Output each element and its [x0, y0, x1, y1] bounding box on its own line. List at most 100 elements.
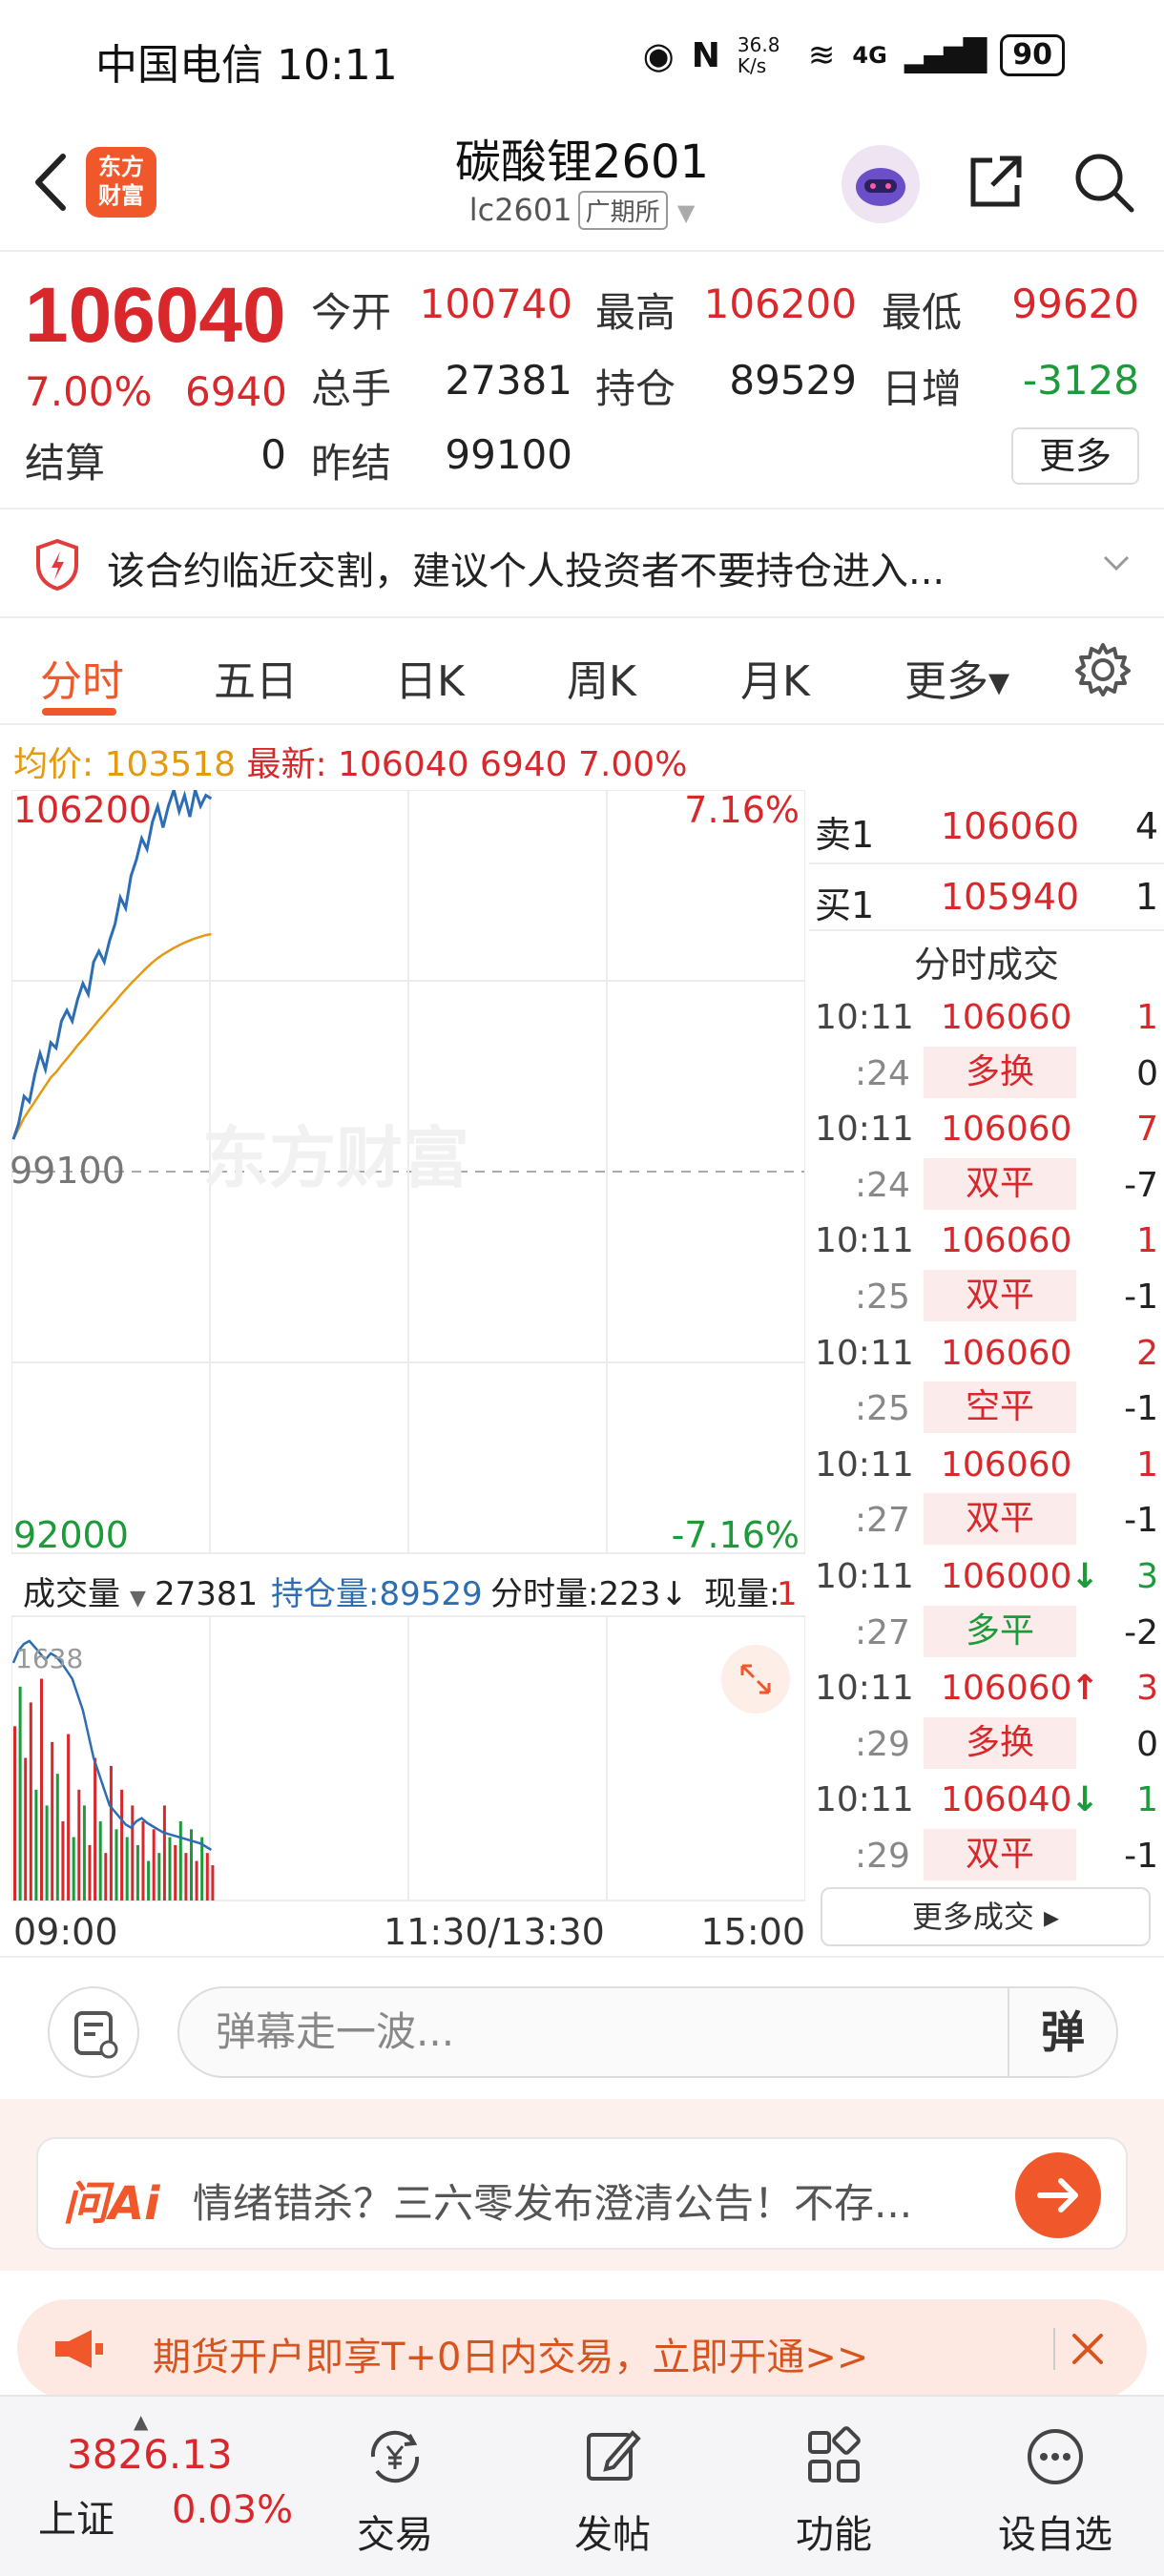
trade-time: 10:11	[815, 998, 914, 1037]
index-percent[interactable]: 0.03%	[172, 2488, 293, 2532]
axis-top-price: 106200	[13, 790, 152, 831]
field-value: 27381	[445, 357, 572, 404]
tab-weekly-k[interactable]: 周K	[567, 647, 636, 708]
share-icon[interactable]	[964, 151, 1027, 214]
latest-value: 106040	[338, 745, 469, 784]
volume-selector[interactable]: 成交量	[23, 1575, 120, 1613]
trade-qty: 0	[1136, 1053, 1158, 1093]
settle-value: 0	[260, 431, 286, 478]
volume-value: 27381	[155, 1575, 258, 1613]
trade-qty: 7	[1136, 1110, 1158, 1150]
search-icon[interactable]	[1072, 151, 1135, 214]
trade-qty: 1	[1136, 1221, 1158, 1261]
ai-logo: 问Ai	[63, 2177, 160, 2231]
latest-label: 最新:	[246, 745, 327, 784]
volume-bar	[72, 1837, 75, 1901]
ai-assistant-bar: 问Ai 情绪错杀？三六零发布澄清公告！不存...	[0, 2099, 1164, 2271]
nav-label: 设自选	[998, 2513, 1112, 2557]
trade-price: 106060	[941, 1333, 1072, 1373]
tab-daily-k[interactable]: 日K	[395, 647, 465, 708]
volume-bar	[178, 1821, 182, 1901]
avg-value: 103518	[104, 745, 237, 784]
trade-time: 10:11	[815, 1110, 914, 1150]
expand-icon[interactable]	[721, 1645, 790, 1714]
trade-row: 10:11 106060 1	[809, 1438, 1164, 1493]
ai-robot-avatar[interactable]	[842, 145, 920, 223]
trade-time: 10:11	[815, 1780, 914, 1820]
promo-banner[interactable]: 期货开户即享T+0日内交易，立即开通>>	[17, 2299, 1147, 2399]
index-value[interactable]: 3826.13	[67, 2431, 233, 2478]
nav-add-watchlist[interactable]: 设自选	[988, 2423, 1122, 2559]
trade-qty: 3	[1136, 1557, 1158, 1596]
field-value: 99620	[1011, 280, 1139, 327]
trade-type-tag: 多换	[924, 1716, 1076, 1769]
trade-time: :25	[855, 1389, 910, 1429]
tab-monthly-k[interactable]: 月K	[740, 647, 810, 708]
field-label: 总手	[311, 365, 392, 412]
danmaku-input[interactable]: 弹幕走一波...	[177, 1986, 1008, 2078]
trade-time: 10:11	[815, 1221, 914, 1261]
trade-type-tag: 双平	[924, 1157, 1076, 1210]
signal-bars-icon: ▂▄▆█	[904, 37, 987, 73]
trade-time: :29	[855, 1837, 910, 1876]
more-quote-button[interactable]: 更多	[1011, 427, 1139, 485]
nav-functions[interactable]: 功能	[767, 2423, 901, 2559]
trade-price: 106000	[941, 1557, 1072, 1596]
gear-icon[interactable]	[1072, 639, 1133, 700]
volume-bar	[34, 1789, 38, 1901]
volume-bar	[135, 1844, 139, 1901]
intraday-chart[interactable]: 东方财富 106200 7.16% 99100 92000 -7.16% 成交量…	[11, 790, 805, 1956]
caret-up-icon: ▲	[134, 2410, 149, 2433]
more-trades-button[interactable]: 更多成交 ▸	[821, 1887, 1151, 1946]
carrier-time: 中国电信 10:11	[95, 41, 398, 90]
field-value: -3128	[1022, 357, 1139, 404]
trade-time: 10:11	[815, 1333, 914, 1373]
nav-trade[interactable]: 交易	[328, 2423, 462, 2559]
dropdown-caret-icon[interactable]: ▼	[130, 1587, 146, 1610]
arrow-right-icon[interactable]	[1015, 2152, 1101, 2238]
exchange-tag: 广期所	[577, 191, 668, 230]
trade-qty: -1	[1124, 1501, 1158, 1541]
price-line	[11, 790, 213, 1140]
arrow-up-icon: ↑	[1070, 1669, 1100, 1709]
volume-bar	[40, 1678, 43, 1901]
chevron-down-icon[interactable]	[1097, 544, 1135, 582]
delivery-warning-banner[interactable]: 该合约临近交割，建议个人投资者不要持仓进入...	[0, 508, 1164, 618]
status-bar: 中国电信 10:11 ◉ N 36.8 K/s ≋ 4G ▂▄▆█ 90	[0, 0, 1164, 114]
volume-bar	[157, 1853, 161, 1901]
nav-label: 交易	[357, 2513, 433, 2557]
volume-bar	[200, 1837, 204, 1901]
nav-label: 发帖	[574, 2513, 651, 2557]
axis-bottom-percent: -7.16%	[672, 1514, 800, 1556]
close-icon[interactable]	[1065, 2326, 1111, 2372]
field-label: 今开	[311, 289, 392, 336]
tab-five-day[interactable]: 五日	[214, 647, 298, 708]
battery-icon: 90	[1000, 34, 1065, 76]
volume-bar	[104, 1853, 108, 1901]
volume-bar	[114, 1829, 118, 1901]
volume-bar	[88, 1844, 92, 1901]
field-label: 最低	[882, 289, 963, 336]
danmaku-toggle-button[interactable]: 弹	[1008, 1986, 1118, 2078]
volume-bar	[77, 1789, 81, 1901]
danmaku-settings-icon[interactable]	[48, 1986, 139, 2078]
volume-bar	[45, 1805, 49, 1901]
volume-bar	[82, 1805, 86, 1901]
time-label-end: 15:00	[700, 1911, 805, 1953]
field-label: 昨结	[311, 440, 392, 487]
tab-more[interactable]: 更多▾	[904, 647, 1009, 708]
index-name[interactable]: 上证	[38, 2488, 114, 2544]
arrow-down-icon: ↓	[1070, 1557, 1100, 1596]
volume-bar	[51, 1741, 54, 1901]
net-speed: 36.8 K/s	[737, 33, 780, 77]
volume-bar	[141, 1821, 145, 1901]
tab-intraday[interactable]: 分时	[40, 647, 124, 708]
volume-bar	[211, 1865, 215, 1901]
sell-1-qty: 4	[1134, 805, 1158, 847]
trade-qty: -1	[1124, 1278, 1158, 1317]
trade-time: :24	[855, 1053, 910, 1093]
nav-post[interactable]: 发帖	[546, 2423, 679, 2559]
ai-question-box[interactable]: 问Ai 情绪错杀？三六零发布澄清公告！不存...	[36, 2137, 1128, 2250]
field-value: 106200	[703, 280, 857, 327]
time-label-mid: 11:30/13:30	[384, 1911, 605, 1953]
